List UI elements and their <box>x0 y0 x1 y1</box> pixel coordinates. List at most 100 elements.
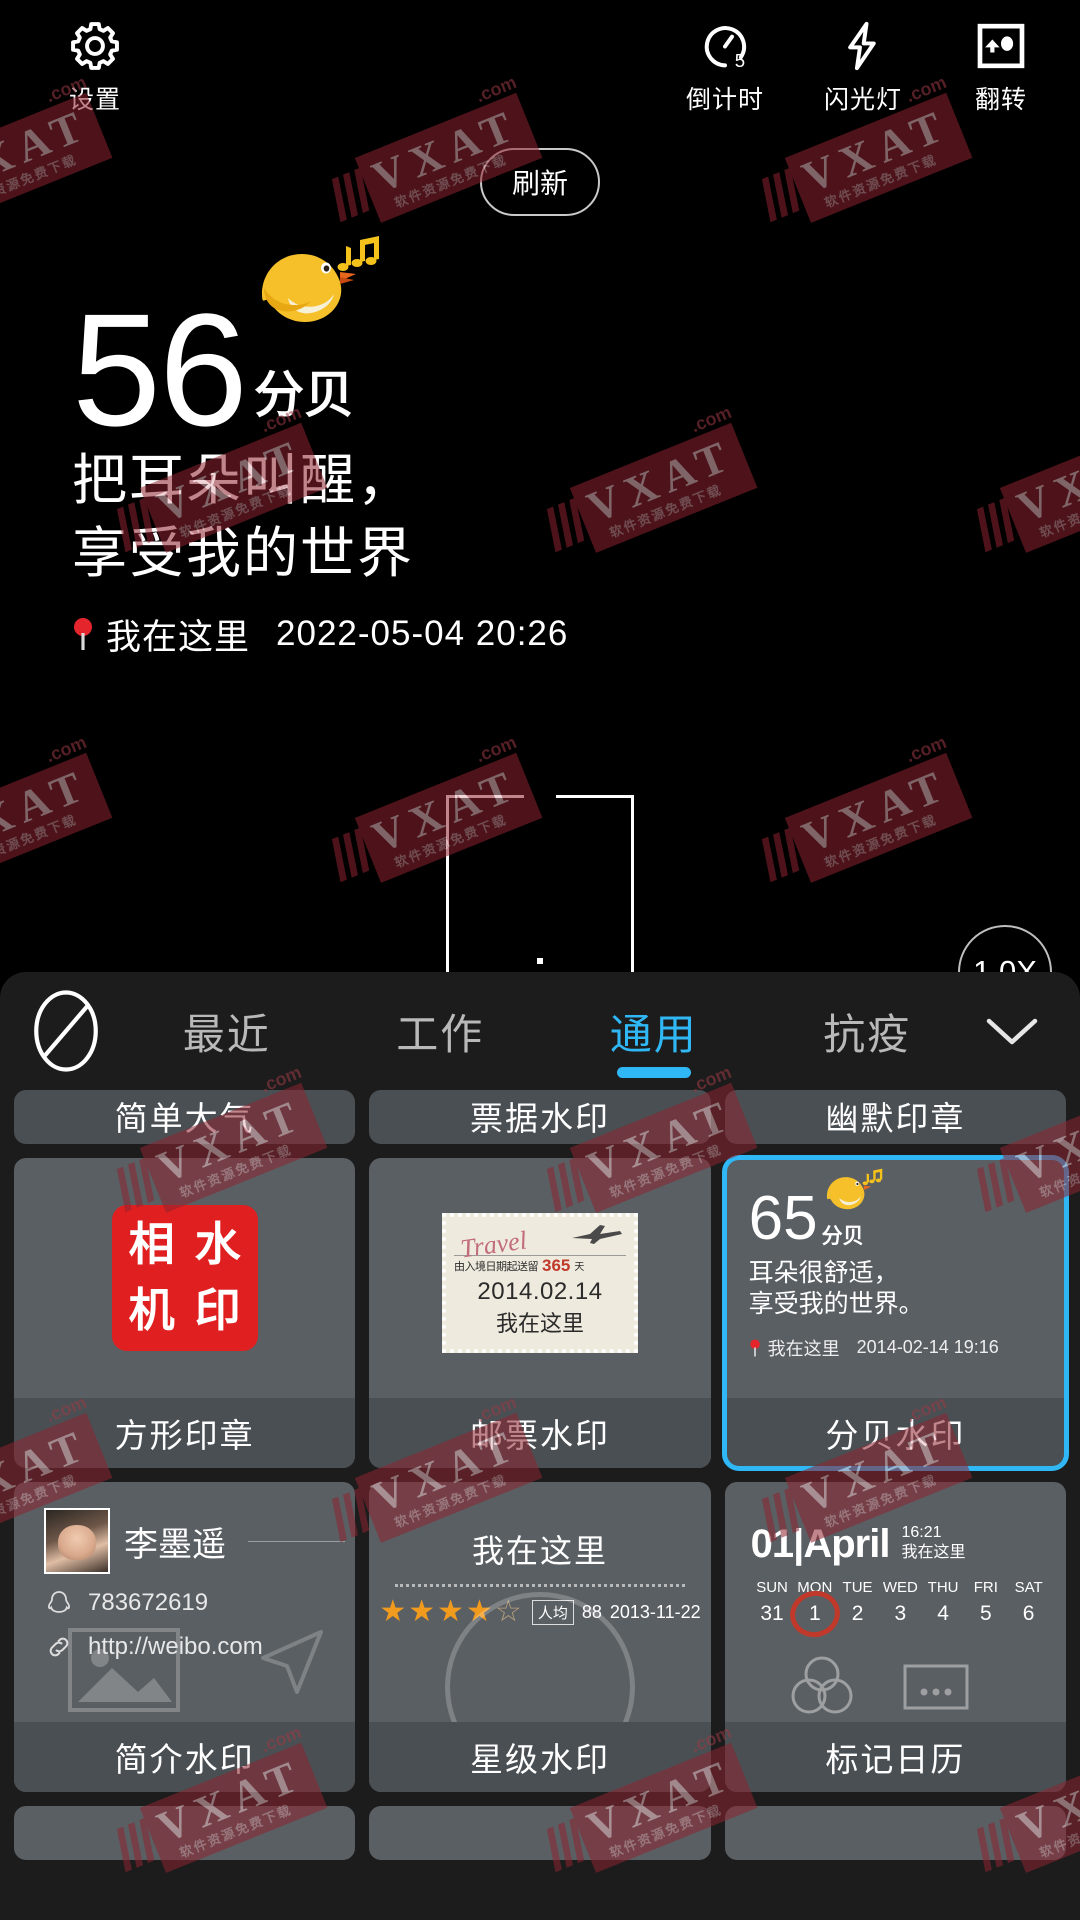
red-square-stamp-icon: 相 水 机 印 <box>119 1212 251 1344</box>
qq-icon <box>44 1588 74 1618</box>
collapse-sheet-button[interactable] <box>974 1012 1050 1050</box>
star-dotted-divider <box>395 1584 684 1587</box>
postage-date: 2014.02.14 <box>454 1278 626 1306</box>
watermark-slashes: /// <box>750 819 809 895</box>
watermark-card-cut-1[interactable]: 简单大气 <box>14 1090 355 1144</box>
decibel-thumb-line-1: 耳朵很舒适， <box>749 1258 1052 1289</box>
flash-button[interactable]: 闪光灯 <box>798 18 928 116</box>
chevron-down-icon <box>983 1012 1041 1050</box>
settings-button[interactable]: 设置 <box>40 18 150 116</box>
watermark-card-caption: 邮票水印 <box>369 1398 710 1468</box>
preview-watermark-location-row: 我在这里 2022-05-04 20:26 <box>72 609 568 660</box>
stamp-char-1: 相 <box>129 1222 175 1268</box>
profile-header: 李墨遥 <box>44 1508 345 1574</box>
postage-thumbnail: Travel 由入境日期起送留 365 天 2014.02.14 我在这里 <box>369 1158 710 1398</box>
watermark-card-profile[interactable]: 李墨遥 783672619 <box>14 1482 355 1792</box>
watermark-card-caption: 方形印章 <box>14 1398 355 1468</box>
calendar-dow: SUN <box>751 1579 794 1596</box>
preview-decibel-number: 56 <box>72 300 246 441</box>
calendar-place: 我在这里 <box>901 1544 965 1561</box>
tab-work-label: 工作 <box>396 1001 484 1062</box>
calendar-decor-icons <box>751 1654 1050 1718</box>
watermark-card-cut-3[interactable]: 幽默印章 <box>725 1090 1066 1144</box>
tab-general-label: 通用 <box>610 1001 698 1062</box>
watermark-card-caption: 标记日历 <box>725 1722 1066 1792</box>
tab-general[interactable]: 通用 <box>547 972 761 1090</box>
calendar-time: 16:21 <box>901 1524 941 1541</box>
calendar-dow: FRI <box>964 1579 1007 1596</box>
watermark-card-caption: 分贝水印 <box>725 1398 1066 1468</box>
watermark-card-next-3[interactable] <box>725 1806 1066 1860</box>
profile-qq-row: 783672619 <box>44 1588 345 1618</box>
decibel-thumbnail: 65 分贝 <box>725 1158 1066 1398</box>
watermark-subtext: 软件资源免费下载 <box>0 803 101 875</box>
calendar-date-marked: 1 <box>793 1602 836 1626</box>
flip-icon <box>973 18 1029 74</box>
calendar-header: 01|April 16:21 我在这里 <box>751 1522 1050 1567</box>
tab-work[interactable]: 工作 <box>334 972 548 1090</box>
tab-epidemic-label: 抗疫 <box>823 1001 911 1062</box>
profile-thumbnail: 李墨遥 783672619 <box>14 1482 355 1722</box>
preview-watermark-line-2: 享受我的世界 <box>72 520 568 587</box>
calendar-thumb-content: 01|April 16:21 我在这里 SUN MON TUE WED THU <box>751 1522 1050 1718</box>
watermark-card-star[interactable]: 我在这里 ★★★★☆ 人均 88 2013-11-22 星级水印 <box>369 1482 710 1792</box>
camera-watermark-screen: 设置 5 倒计时 闪光灯 <box>0 0 1080 1920</box>
watermark-card-decibel[interactable]: 65 分贝 <box>725 1158 1066 1468</box>
watermark-picker-sheet: 最近 工作 通用 抗疫 简单大气 票据水印 <box>0 972 1080 1920</box>
calendar-date: 2 <box>836 1602 879 1626</box>
preview-watermark-timestamp: 2022-05-04 20:26 <box>276 614 568 654</box>
decibel-thumb-content: 65 分贝 <box>749 1188 1052 1361</box>
singing-bird-icon <box>821 1162 883 1214</box>
watermark-card-square-stamp[interactable]: 相 水 机 印 方形印章 <box>14 1158 355 1468</box>
watermark-card-postage[interactable]: Travel 由入境日期起送留 365 天 2014.02.14 我在这里 邮票… <box>369 1158 710 1468</box>
focus-frame[interactable] <box>446 795 634 980</box>
profile-divider <box>248 1541 345 1542</box>
watermark-subtext: 软件资源免费下载 <box>0 143 101 215</box>
watermark-slashes: /// <box>965 489 1024 565</box>
square-stamp-thumbnail: 相 水 机 印 <box>14 1158 355 1398</box>
watermark-text: VXAT.com软件资源免费下载 <box>785 753 972 883</box>
calendar-dow: SAT <box>1007 1579 1050 1596</box>
flash-label: 闪光灯 <box>824 80 902 116</box>
location-pin-icon <box>749 1339 761 1357</box>
watermark-text: VXAT.com软件资源免费下载 <box>570 423 757 553</box>
calendar-date: 4 <box>922 1602 965 1626</box>
watermark-tile: ///VXAT.com软件资源免费下载 <box>0 753 112 897</box>
tab-recent[interactable]: 最近 <box>120 972 334 1090</box>
watermark-subtext: 软件资源免费下载 <box>1028 473 1080 545</box>
refresh-button[interactable]: 刷新 <box>480 148 600 216</box>
watermark-card-next-1[interactable] <box>14 1806 355 1860</box>
top-toolbar: 设置 5 倒计时 闪光灯 <box>0 0 1080 140</box>
watermark-card-cut-2[interactable]: 票据水印 <box>369 1090 710 1144</box>
flip-camera-button[interactable]: 翻转 <box>936 18 1066 116</box>
watermark-card-cut-1-caption: 简单大气 <box>14 1090 355 1144</box>
watermark-grid: 简单大气 票据水印 幽默印章 相 水 机 印 方形印章 <box>0 1090 1080 1920</box>
preview-decibel-unit: 分贝 <box>254 355 354 427</box>
watermark-category-tabs: 最近 工作 通用 抗疫 <box>0 972 1080 1090</box>
watermark-text: VXAT.com软件资源免费下载 <box>1000 423 1080 553</box>
settings-label: 设置 <box>69 80 121 116</box>
stamp-char-4: 印 <box>195 1288 241 1334</box>
top-toolbar-right-group: 5 倒计时 闪光灯 翻转 <box>660 18 1066 116</box>
watermark-card-calendar[interactable]: 01|April 16:21 我在这里 SUN MON TUE WED THU <box>725 1482 1066 1792</box>
tab-epidemic[interactable]: 抗疫 <box>761 972 975 1090</box>
watermark-subtext: 软件资源免费下载 <box>598 473 746 545</box>
color-circles-icon <box>785 1654 859 1718</box>
calendar-time-place: 16:21 我在这里 <box>901 1523 965 1563</box>
countdown-timer-button[interactable]: 5 倒计时 <box>660 18 790 116</box>
singing-bird-icon <box>250 222 380 332</box>
stamp-char-3: 机 <box>129 1288 175 1334</box>
star-date: 2013-11-22 <box>610 1602 701 1623</box>
tab-recent-label: 最近 <box>183 1001 271 1062</box>
calendar-dow: THU <box>922 1579 965 1596</box>
preview-watermark-location: 我在这里 <box>106 609 250 660</box>
profile-qq-number: 783672619 <box>88 1589 208 1617</box>
calendar-date: 3 <box>879 1602 922 1626</box>
watermark-card-next-2[interactable] <box>369 1806 710 1860</box>
watermark-text: VXAT.com软件资源免费下载 <box>0 753 112 883</box>
decibel-thumb-location: 我在这里 <box>768 1335 840 1361</box>
postage-place: 我在这里 <box>454 1306 626 1338</box>
postage-stamp-graphic: Travel 由入境日期起送留 365 天 2014.02.14 我在这里 <box>442 1213 638 1353</box>
calendar-date: 6 <box>1007 1602 1050 1626</box>
no-watermark-icon[interactable] <box>30 989 102 1073</box>
